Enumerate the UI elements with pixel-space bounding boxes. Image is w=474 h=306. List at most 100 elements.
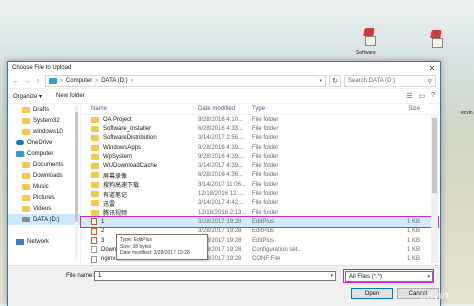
file-list-scrollbar-thumb[interactable] [432, 118, 437, 193]
nav-item[interactable]: Videos [8, 203, 80, 214]
file-date: 3/14/2017 4:42... [198, 200, 244, 207]
file-name: 2 [101, 228, 105, 235]
address-bar[interactable]: > Computer > DATA (D:) > ▾ [45, 75, 326, 87]
column-header-row: Name Date modified Type Size [81, 104, 438, 115]
nav-item-label: Documents [33, 161, 64, 168]
nav-item[interactable]: Downloads [8, 170, 80, 181]
nav-item-label: Drafts [33, 106, 50, 113]
file-row[interactable]: WpSystem 9/28/2016 4:39... File folder [81, 152, 438, 161]
file-row[interactable]: 搜狗高速下载 3/14/2017 11:06... File folder [81, 180, 438, 189]
bottom-panel: File name: 1 ▾ All Files (*.*) ▾ Open Ca… [8, 265, 440, 306]
column-header-size[interactable]: Size [328, 106, 420, 112]
computer-icon [49, 78, 57, 84]
file-row[interactable]: SoftwareDistribution 3/14/2017 2:56... Fil… [81, 134, 438, 143]
file-row[interactable]: 腾讯视频 12/18/2016 2:13... File folder [81, 208, 438, 217]
file-date: 3/14/2017 2:56... [198, 135, 244, 142]
refresh-icon[interactable]: ↻ [329, 75, 341, 87]
file-row[interactable]: 1 3/28/2017 19:28 EditPlus 1 KB [80, 216, 439, 228]
nav-item-label: Videos [33, 205, 52, 212]
file-row[interactable]: WindowsApps 9/28/2016 4:39... File folder [81, 143, 438, 152]
nav-item-label: Downloads [33, 172, 63, 179]
folder-icon [91, 135, 99, 142]
nav-item[interactable]: Music [8, 181, 80, 192]
column-header-date[interactable]: Date modified [198, 106, 252, 112]
nav-item[interactable]: DATA (D:) [8, 214, 80, 225]
file-name-input[interactable]: 1 ▾ [94, 271, 336, 281]
file-row[interactable]: 屏幕录像 6/28/2016 4:36... File folder [81, 171, 438, 180]
file-name: 搜狗高速下载 [103, 183, 140, 190]
column-header-type[interactable]: Type [252, 106, 328, 112]
file-name: WUDownloadCache [103, 163, 158, 170]
nav-item-label: OneDrive [27, 139, 53, 146]
file-type: EditPlus [252, 218, 275, 225]
file-date: 9/28/2016 4:10... [198, 116, 244, 123]
file-name-cell: WUDownloadCache [81, 163, 198, 170]
file-type: File folder [252, 191, 279, 198]
chevron-down-icon[interactable]: ▾ [330, 273, 333, 279]
nav-scrollbar-thumb[interactable] [75, 112, 78, 222]
file-name-cell: OA Project [81, 116, 198, 123]
address-row: ← → ↑ > Computer > DATA (D:) > ▾ ↻ Searc… [8, 74, 440, 89]
file-type: Configuration set... [252, 246, 303, 253]
file-row[interactable]: WUDownloadCache 3/14/2017 4:39... File fol… [81, 161, 438, 170]
nav-item[interactable]: windows10 [8, 126, 80, 137]
file-date: 12/18/2016 2:13... [198, 209, 247, 216]
file-name: 迅雷 [103, 201, 116, 208]
nav-item[interactable]: OneDrive [8, 137, 80, 148]
nav-item[interactable]: Drafts [8, 104, 80, 115]
dialog-title: Choose File to Upload [12, 65, 72, 71]
folder-icon [22, 161, 30, 168]
view-options-icon[interactable]: ☰ [406, 92, 412, 100]
nav-item-label: Music [33, 183, 49, 190]
file-row[interactable]: 有道笔记 12/18/2016 12:... File folder [81, 189, 438, 199]
forward-arrow-icon[interactable]: → [23, 78, 31, 85]
nav-item[interactable]: Pictures [8, 192, 80, 203]
file-row[interactable]: 迅雷 3/14/2017 4:42... File folder [81, 199, 438, 208]
help-icon[interactable]: ? [431, 92, 435, 100]
open-button[interactable]: Open [351, 288, 393, 299]
organize-button[interactable]: Organize ▾ [13, 93, 42, 100]
tooltip-line: Date modified: 3/28/2017 19:28 [120, 250, 190, 256]
file-date: 9/28/2016 4:39... [198, 144, 244, 151]
editplus-icon [91, 227, 97, 235]
file-row[interactable]: OA Project 9/28/2016 4:10... File folder [81, 115, 438, 124]
desktop-winrar-icon-2[interactable] [428, 30, 444, 50]
file-row[interactable]: Software_Installer 6/28/2016 4:33... File … [81, 124, 438, 133]
search-placeholder: Search DATA (D:) [348, 78, 396, 84]
column-header-name[interactable]: Name [81, 106, 198, 112]
desktop-winrar-icon-1[interactable] [361, 28, 377, 48]
nav-item[interactable]: Computer [8, 148, 80, 159]
file-icon [91, 246, 97, 254]
breadcrumb-data-drive[interactable]: DATA (D:) [101, 78, 127, 84]
folder-icon [91, 125, 99, 132]
folder-icon [22, 128, 30, 135]
chevron-down-icon[interactable]: ▾ [427, 274, 430, 280]
folder-icon [91, 181, 99, 188]
new-folder-button[interactable]: New folder [56, 93, 85, 99]
nav-item[interactable]: Network [8, 236, 80, 247]
file-type: File folder [252, 125, 279, 132]
navigation-pane: Drafts System32 windows10 OneDrive Computer D… [8, 104, 81, 263]
file-type: File folder [252, 181, 279, 188]
file-date: 12/18/2016 12:... [198, 191, 244, 198]
chevron-down-icon[interactable]: ▾ [319, 78, 322, 84]
file-date: 6/28/2016 4:36... [198, 172, 244, 179]
nav-item[interactable] [8, 225, 80, 236]
back-arrow-icon[interactable]: ← [12, 78, 20, 85]
breadcrumb-computer[interactable]: Computer [66, 78, 92, 84]
folder-icon [22, 106, 30, 113]
search-input[interactable]: Search DATA (D:) ⚲ [344, 75, 436, 87]
file-type: File folder [252, 163, 279, 170]
preview-pane-icon[interactable]: ▭ [418, 92, 425, 100]
file-list-scrollbar[interactable] [431, 114, 438, 263]
nav-item[interactable]: System32 [8, 115, 80, 126]
nav-item[interactable]: Documents [8, 159, 80, 170]
file-name: WpSystem [103, 153, 133, 160]
close-icon[interactable]: ✕ [424, 64, 440, 73]
file-type: CONF File [252, 256, 281, 263]
file-type-filter[interactable]: All Files (*.*) ▾ [345, 271, 433, 282]
up-arrow-icon[interactable]: ↑ [34, 78, 42, 85]
file-type: File folder [252, 209, 279, 216]
file-type: File folder [252, 200, 279, 207]
nav-scrollbar[interactable] [75, 106, 78, 260]
